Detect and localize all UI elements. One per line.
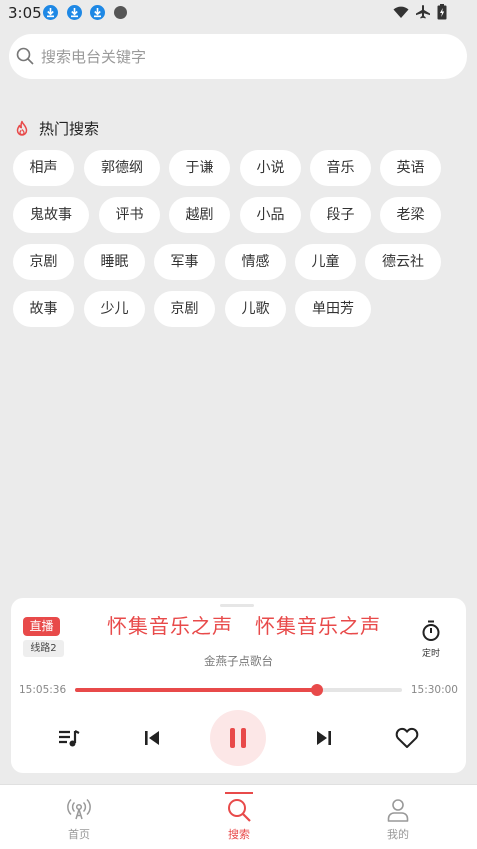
hot-tag[interactable]: 军事 — [154, 244, 215, 280]
progress-fill — [75, 688, 317, 692]
now-playing-title-text: 怀集音乐之声 — [107, 614, 233, 638]
favorite-button[interactable] — [395, 727, 419, 749]
hot-tag[interactable]: 单田芳 — [295, 291, 371, 327]
stopwatch-icon — [422, 620, 440, 641]
hot-tag[interactable]: 鬼故事 — [13, 197, 89, 233]
bottom-navigation: 首页 搜索 我的 — [0, 784, 477, 849]
nav-profile-label: 我的 — [387, 828, 409, 841]
end-time: 15:30:00 — [410, 684, 458, 696]
download-notification-icon — [43, 5, 58, 20]
elapsed-time: 15:05:36 — [19, 684, 67, 696]
hot-tag[interactable]: 英语 — [380, 150, 441, 186]
playlist-button[interactable] — [58, 728, 80, 748]
pause-icon — [230, 728, 246, 748]
nav-search[interactable]: 搜索 — [199, 785, 279, 849]
station-name: 金燕子点歌台 — [204, 654, 273, 668]
nav-home-label: 首页 — [68, 828, 90, 841]
now-playing-title-text: 怀集音乐之声 — [255, 614, 381, 638]
hot-search-title: 热门搜索 — [39, 120, 100, 138]
next-button[interactable] — [315, 729, 333, 747]
live-badge: 直播 — [23, 617, 60, 636]
hot-tag[interactable]: 郭德纲 — [84, 150, 160, 186]
sleep-timer-button[interactable]: 定时 — [416, 620, 446, 659]
hot-tag[interactable]: 越剧 — [169, 197, 230, 233]
drag-handle[interactable] — [220, 604, 254, 607]
notification-dot-icon — [114, 6, 127, 19]
search-input[interactable] — [39, 44, 453, 70]
hot-tag[interactable]: 京剧 — [13, 244, 74, 280]
hot-tag[interactable]: 段子 — [310, 197, 371, 233]
hot-tag[interactable]: 儿歌 — [225, 291, 286, 327]
hot-tag[interactable]: 德云社 — [365, 244, 441, 280]
wifi-icon — [393, 6, 409, 18]
active-tab-indicator — [225, 792, 253, 794]
battery-icon — [437, 4, 447, 20]
now-playing-title: 怀集音乐之声 怀集音乐之声 — [107, 610, 381, 639]
hot-tag[interactable]: 故事 — [13, 291, 74, 327]
search-bar[interactable] — [9, 34, 467, 79]
download-notification-icon — [67, 5, 82, 20]
hot-tag[interactable]: 小品 — [240, 197, 301, 233]
nav-profile[interactable]: 我的 — [358, 785, 438, 849]
pause-button[interactable] — [210, 710, 266, 766]
hot-tag[interactable]: 睡眠 — [84, 244, 145, 280]
status-time: 3:05 — [8, 4, 42, 22]
hot-tag[interactable]: 音乐 — [310, 150, 371, 186]
status-bar: 3:05 — [0, 0, 477, 26]
radio-icon — [67, 798, 91, 820]
fire-icon — [16, 120, 28, 136]
hot-tag[interactable]: 于谦 — [169, 150, 230, 186]
download-notification-icon — [90, 5, 105, 20]
profile-icon — [387, 799, 409, 822]
search-icon — [16, 47, 34, 65]
airplane-mode-icon — [416, 5, 430, 19]
hot-tag[interactable]: 儿童 — [295, 244, 356, 280]
nav-search-label: 搜索 — [228, 828, 250, 841]
nav-home[interactable]: 首页 — [39, 785, 119, 849]
mini-player: 直播 线路2 怀集音乐之声 怀集音乐之声 金燕子点歌台 定时 15:05:36 1… — [11, 598, 466, 773]
previous-button[interactable] — [143, 729, 161, 747]
hot-tag[interactable]: 情感 — [225, 244, 286, 280]
hot-tag[interactable]: 少儿 — [84, 291, 145, 327]
hot-tag[interactable]: 京剧 — [154, 291, 215, 327]
hot-tag[interactable]: 相声 — [13, 150, 74, 186]
sleep-timer-label: 定时 — [421, 649, 440, 659]
hot-tag[interactable]: 小说 — [240, 150, 301, 186]
search-icon — [228, 799, 251, 822]
progress-thumb[interactable] — [310, 684, 323, 696]
hot-tag[interactable]: 评书 — [99, 197, 160, 233]
progress-bar[interactable] — [75, 684, 402, 696]
hot-tag[interactable]: 老梁 — [380, 197, 441, 233]
